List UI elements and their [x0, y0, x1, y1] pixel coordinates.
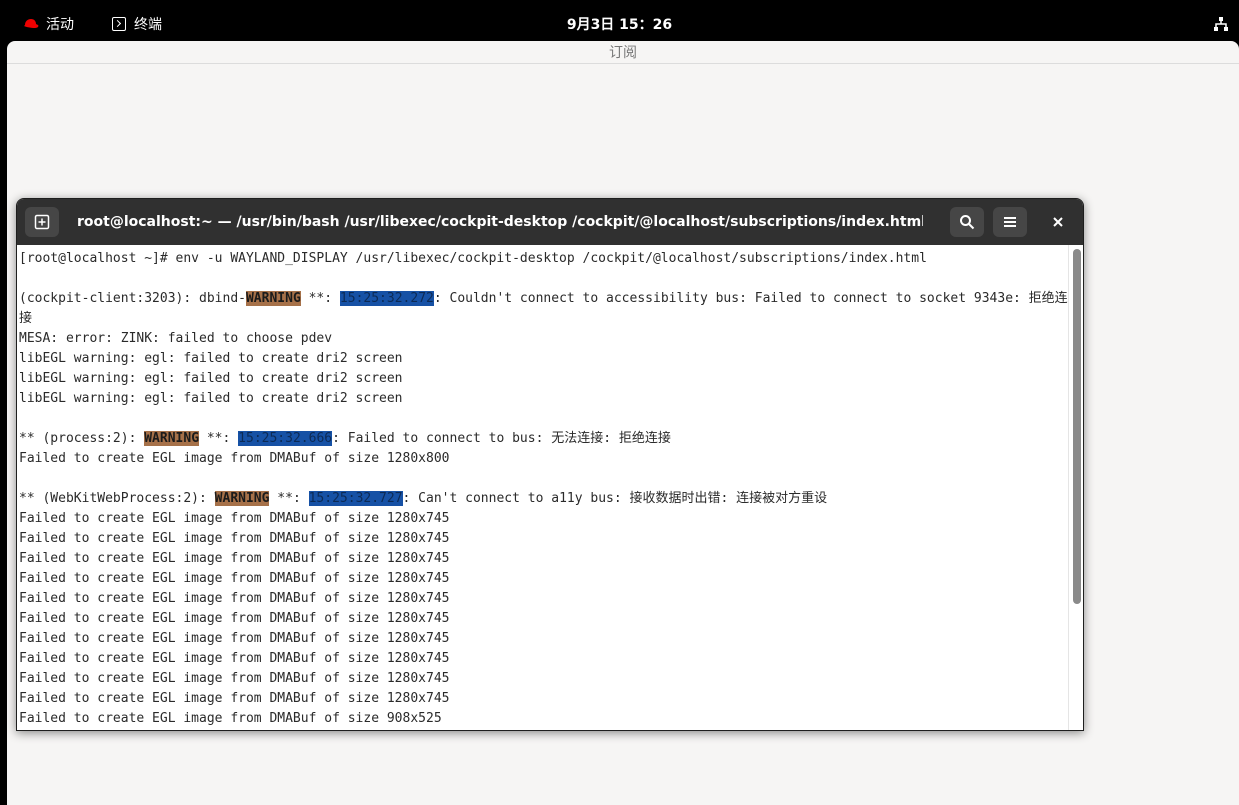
output-line: ** (WebKitWebProcess:2): WARNING **: 15:… [19, 489, 1069, 509]
warning-tag: WARNING [214, 491, 270, 506]
close-button[interactable] [1041, 207, 1075, 237]
main-menu-button[interactable] [993, 207, 1027, 237]
new-tab-icon [34, 214, 50, 230]
output-text: ** (WebKitWebProcess:2): [19, 491, 215, 506]
output-text: **: [269, 491, 309, 506]
output-line: Failed to create EGL image from DMABuf o… [19, 571, 450, 586]
scrollbar-thumb[interactable] [1073, 249, 1081, 604]
output-line: Failed to create EGL image from DMABuf o… [19, 671, 450, 686]
output-line: Failed to create EGL image from DMABuf o… [19, 691, 450, 706]
output-line: Failed to create EGL image from DMABuf o… [19, 711, 442, 726]
output-line: libEGL warning: egl: failed to create dr… [19, 391, 403, 406]
output-line: ** (process:2): WARNING **: 15:25:32.666… [19, 429, 1069, 449]
output-text: **: [300, 291, 340, 306]
output-text: **: [199, 431, 239, 446]
output-text: (cockpit-client:3203): dbind- [19, 291, 246, 306]
search-icon [960, 215, 975, 230]
output-line: MESA: error: ZINK: failed to choose pdev [19, 331, 333, 346]
timestamp: 15:25:32.666 [238, 431, 333, 446]
output-blank-line [19, 409, 1069, 429]
output-line: Failed to create EGL image from DMABuf o… [19, 511, 450, 526]
terminal-output[interactable]: [root@localhost ~]# env -u WAYLAND_DISPL… [17, 245, 1069, 730]
output-line: libEGL warning: egl: failed to create dr… [19, 351, 403, 366]
search-button[interactable] [950, 207, 984, 237]
new-tab-button[interactable] [25, 207, 59, 237]
terminal-headerbar[interactable]: root@localhost:~ — /usr/bin/bash /usr/li… [17, 199, 1083, 245]
output-blank-line [19, 269, 1069, 289]
warning-tag: WARNING [245, 291, 301, 306]
output-line: libEGL warning: egl: failed to create dr… [19, 371, 403, 386]
output-line: Failed to create EGL image from DMABuf o… [19, 591, 450, 606]
output-line: (cockpit-client:3203): dbind-WARNING **:… [19, 289, 1069, 329]
output-line: Failed to create EGL image from DMABuf o… [19, 631, 450, 646]
output-line: Failed to create EGL image from DMABuf o… [19, 551, 450, 566]
output-text: ** (process:2): [19, 431, 145, 446]
output-line: Failed to create EGL image from DMABuf o… [19, 611, 450, 626]
output-text: : Failed to connect to bus: 无法连接: 拒绝连接 [332, 431, 671, 446]
clock-label: 9月3日 15：26 [566, 17, 673, 33]
output-blank-line [19, 469, 1069, 489]
output-line: [root@localhost ~]# env -u WAYLAND_DISPL… [19, 251, 927, 266]
output-line: Failed to create EGL image from DMABuf o… [19, 651, 450, 666]
terminal-title: root@localhost:~ — /usr/bin/bash /usr/li… [77, 214, 923, 230]
browser-window-title: 订阅 [7, 41, 1239, 64]
hamburger-menu-icon [1004, 217, 1016, 227]
warning-tag: WARNING [144, 431, 200, 446]
timestamp: 15:25:32.727 [308, 491, 403, 506]
output-line: Failed to create EGL image from DMABuf o… [19, 531, 450, 546]
output-line: Failed to create EGL image from DMABuf o… [19, 451, 450, 466]
network-wired-icon [1214, 17, 1228, 31]
timestamp: 15:25:32.272 [339, 291, 434, 306]
output-text: : Can't connect to a11y bus: 接收数据时出错: 连接… [402, 491, 828, 506]
terminal-window: root@localhost:~ — /usr/bin/bash /usr/li… [16, 198, 1084, 731]
close-icon [1053, 217, 1063, 227]
